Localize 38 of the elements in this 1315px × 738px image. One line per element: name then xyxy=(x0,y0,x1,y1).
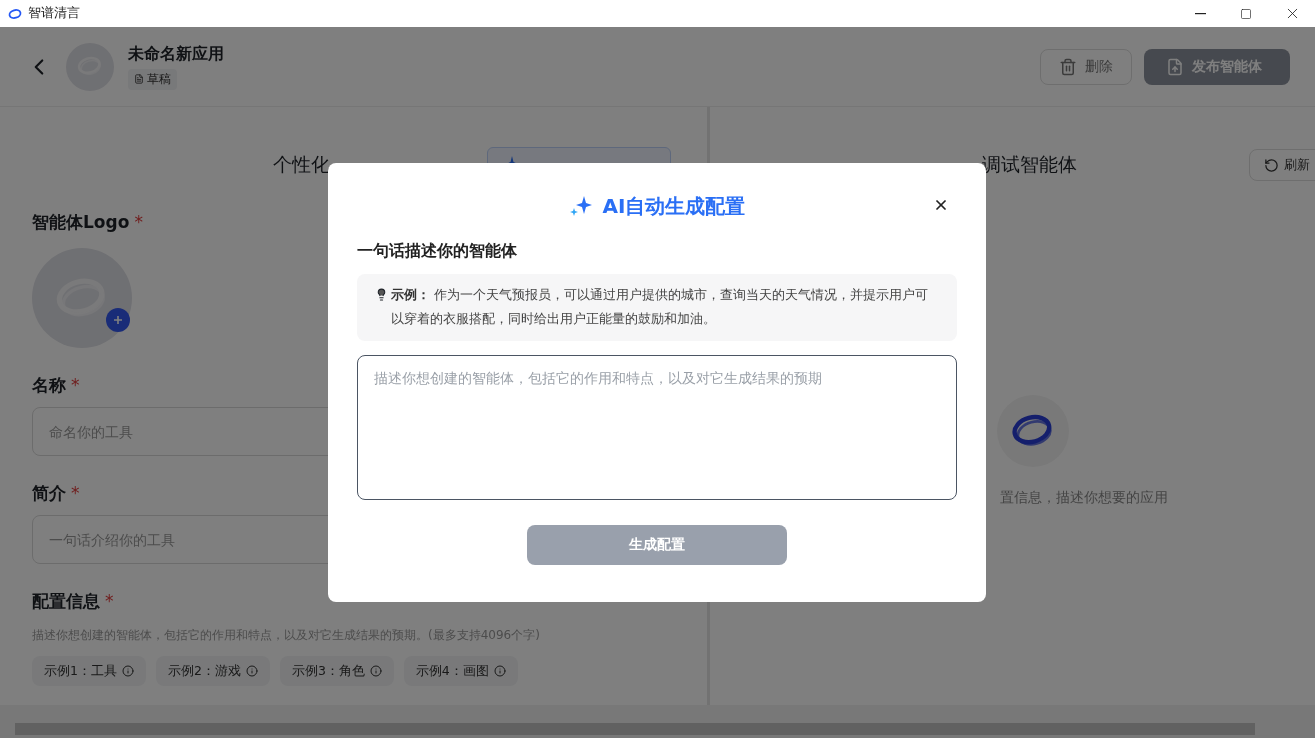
minimize-icon xyxy=(1194,12,1206,15)
app-logo-icon xyxy=(8,7,22,20)
status-tag: 草稿 xyxy=(128,68,177,90)
refresh-button[interactable]: 刷新 xyxy=(1249,149,1315,181)
prompt-label: 一句话描述你的智能体 xyxy=(357,241,518,262)
required-mark: * xyxy=(105,591,114,611)
info-icon xyxy=(121,665,134,677)
bulb-icon xyxy=(375,288,388,301)
description-field[interactable]: 描述你想创建的智能体，包括它的作用和特点，以及对它生成结果的预期 xyxy=(357,355,957,500)
trash-icon xyxy=(1059,57,1077,76)
field-label: 名称 xyxy=(32,374,66,397)
example-chip[interactable]: 示例2：游戏 xyxy=(155,656,270,686)
info-icon xyxy=(369,665,382,677)
dialog-title: AI自动生成配置 xyxy=(602,192,746,220)
empty-text: 置信息，描述你想要的应用 xyxy=(1000,489,1169,507)
example-chip[interactable]: 示例4：画图 xyxy=(403,656,518,686)
maximize-icon xyxy=(1240,7,1252,20)
panel-title: 个性化 xyxy=(273,152,330,177)
refresh-icon xyxy=(1264,157,1279,173)
required-mark: * xyxy=(71,375,80,395)
upload-icon xyxy=(1166,57,1184,76)
required-mark: * xyxy=(134,212,143,232)
panel-title: 调试智能体 xyxy=(982,152,1077,177)
example-chip[interactable]: 示例1：工具 xyxy=(32,656,146,686)
required-mark: * xyxy=(71,483,80,503)
example-chip[interactable]: 示例3：角色 xyxy=(279,656,394,686)
app-name: 未命名新应用 xyxy=(128,43,224,65)
example-text: 示例： 作为一个天气预报员，可以通过用户提供的城市，查询当天的天气情况，并提示用户可以穿着的衣服搭配，同时给出用户正能量的鼓励和加油。 xyxy=(391,286,930,328)
document-icon xyxy=(134,74,144,84)
horizontal-scrollbar[interactable] xyxy=(0,705,1315,738)
field-label: 配置信息 xyxy=(32,590,100,613)
info-icon xyxy=(493,665,506,677)
window-title: 智谱清言 xyxy=(28,5,80,22)
field-label: 智能体Logo xyxy=(32,211,130,234)
close-icon xyxy=(933,197,949,213)
field-label: 简介 xyxy=(32,482,66,505)
delete-button[interactable]: 删除 xyxy=(1040,48,1132,85)
info-icon xyxy=(245,665,258,677)
